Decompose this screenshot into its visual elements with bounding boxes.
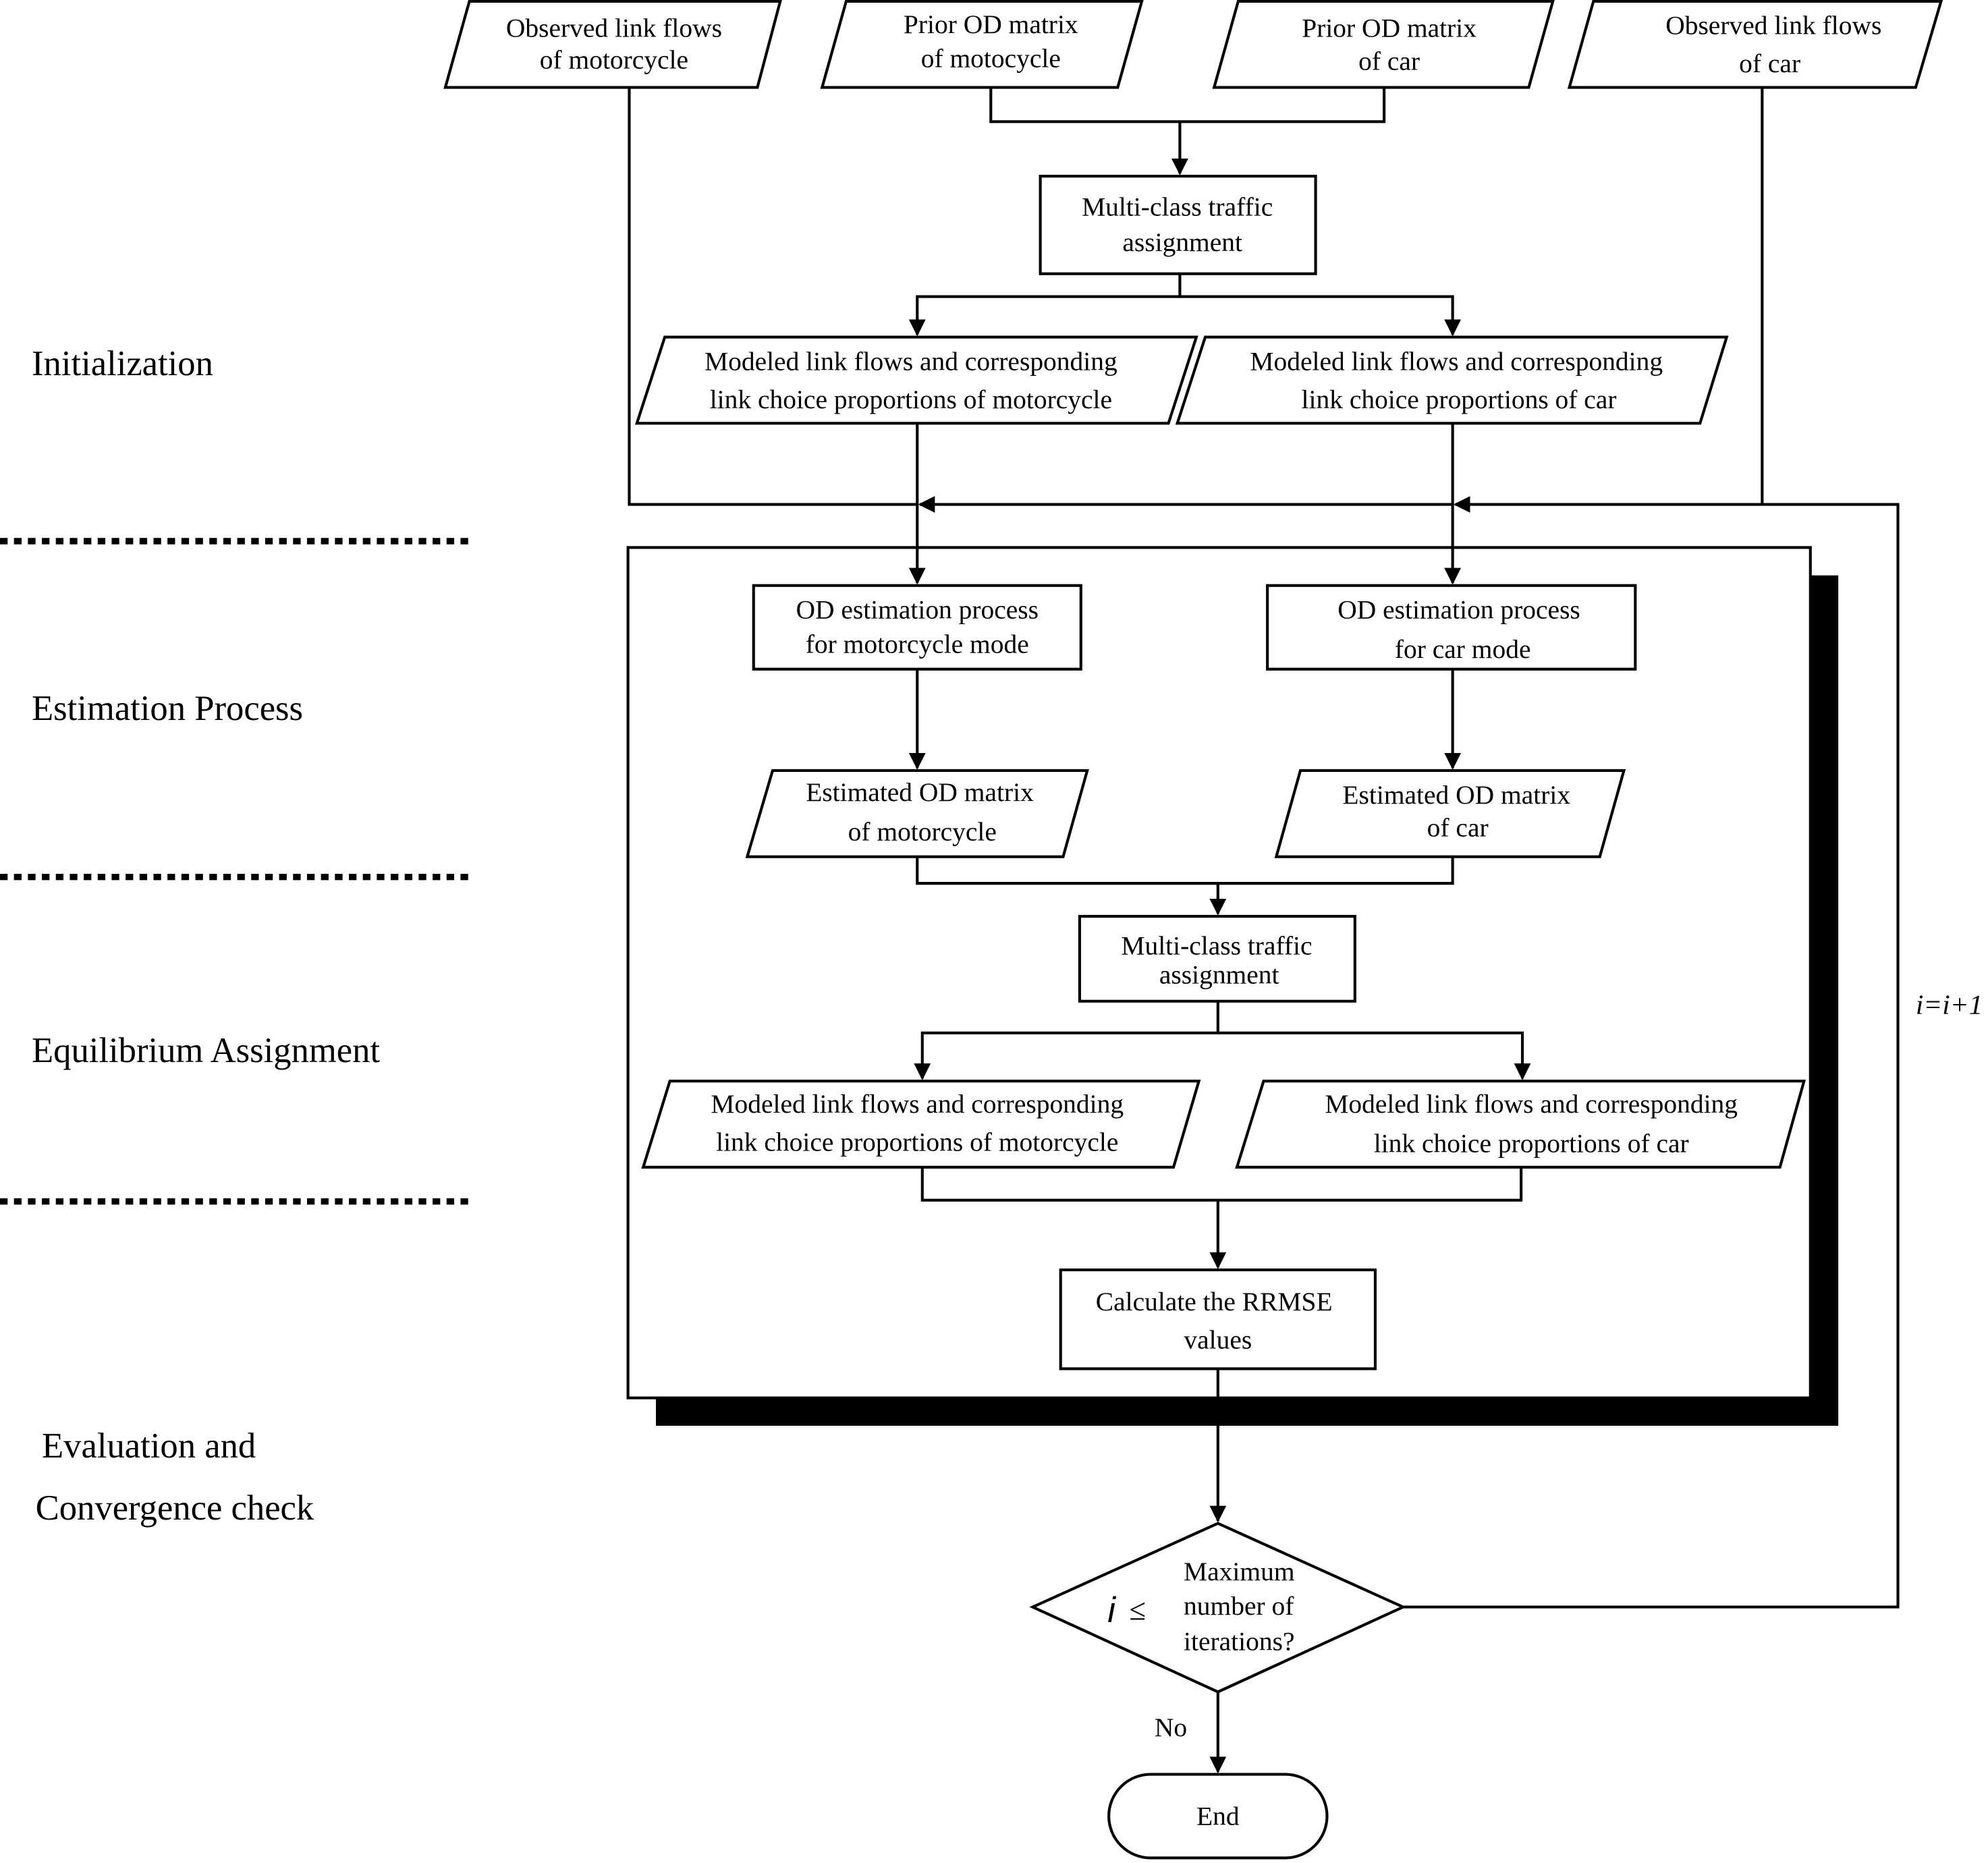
data-init-modeled-car: Modeled link flows and corresponding lin… bbox=[1175, 335, 1729, 425]
svg-text:Modeled link flows and corresp: Modeled link flows and corresponding bbox=[1325, 1089, 1738, 1119]
decision-operator: ≤ bbox=[1129, 1592, 1146, 1626]
svg-text:link choice proportions of mot: link choice proportions of motorcycle bbox=[710, 385, 1112, 414]
data-loop-modeled-motorcycle: Modeled link flows and corresponding lin… bbox=[641, 1080, 1201, 1169]
svg-text:of car: of car bbox=[1739, 49, 1800, 78]
svg-text:OD estimation process: OD estimation process bbox=[1337, 595, 1580, 625]
terminator-end: End bbox=[1107, 1773, 1329, 1860]
data-estimated-od-car: Estimated OD matrix of car bbox=[1274, 769, 1626, 858]
svg-text:of car: of car bbox=[1358, 46, 1420, 76]
svg-text:Calculate the RRMSE: Calculate the RRMSE bbox=[1096, 1287, 1333, 1316]
process-od-estimation-car: OD estimation process for car mode bbox=[1266, 584, 1637, 671]
svg-text:Multi-class traffic: Multi-class traffic bbox=[1121, 930, 1312, 960]
process-od-estimation-motorcycle: OD estimation process for motorcycle mod… bbox=[752, 584, 1082, 671]
svg-text:Modeled link flows and corresp: Modeled link flows and corresponding bbox=[1250, 346, 1663, 376]
svg-text:of motocycle: of motocycle bbox=[921, 44, 1061, 74]
svg-text:Observed link flows: Observed link flows bbox=[1665, 11, 1881, 40]
svg-text:iterations?: iterations? bbox=[1184, 1626, 1294, 1656]
svg-text:Prior OD matrix: Prior OD matrix bbox=[904, 9, 1078, 39]
stage-label-evaluation-line2: Convergence check bbox=[36, 1489, 314, 1528]
svg-text:for motorcycle mode: for motorcycle mode bbox=[806, 629, 1029, 659]
svg-text:Prior OD matrix: Prior OD matrix bbox=[1302, 13, 1476, 43]
svg-text:Maximum: Maximum bbox=[1184, 1557, 1295, 1586]
edge-label-iteration-increment: i=i+1 bbox=[1916, 989, 1983, 1020]
svg-text:Observed link flows: Observed link flows bbox=[506, 13, 722, 43]
svg-text:of motorcycle: of motorcycle bbox=[848, 816, 997, 846]
input-observed-link-flows-motorcycle: Observed link flows of motorcycle bbox=[443, 0, 782, 89]
svg-text:link choice proportions of car: link choice proportions of car bbox=[1374, 1128, 1689, 1158]
svg-text:number of: number of bbox=[1184, 1591, 1294, 1621]
svg-text:Multi-class traffic: Multi-class traffic bbox=[1082, 192, 1273, 221]
svg-text:assignment: assignment bbox=[1122, 227, 1242, 257]
svg-text:for car mode: for car mode bbox=[1395, 634, 1531, 664]
svg-text:Estimated OD matrix: Estimated OD matrix bbox=[806, 777, 1034, 807]
stage-label-estimation: Estimation Process bbox=[32, 689, 303, 728]
stage-label-evaluation-line1: Evaluation and bbox=[42, 1426, 256, 1466]
svg-text:OD estimation process: OD estimation process bbox=[796, 595, 1039, 625]
process-init-multiclass-assignment: Multi-class traffic assignment bbox=[1039, 175, 1317, 275]
data-loop-modeled-car: Modeled link flows and corresponding lin… bbox=[1235, 1080, 1806, 1169]
svg-text:of car: of car bbox=[1427, 813, 1489, 843]
svg-text:of motorcycle: of motorcycle bbox=[540, 45, 688, 74]
decision-variable: i bbox=[1107, 1590, 1116, 1630]
data-init-modeled-motorcycle: Modeled link flows and corresponding lin… bbox=[634, 335, 1198, 425]
svg-text:Modeled link flows and corresp: Modeled link flows and corresponding bbox=[711, 1089, 1124, 1119]
input-prior-od-matrix-car: Prior OD matrix of car bbox=[1212, 0, 1555, 89]
svg-text:End: End bbox=[1196, 1802, 1240, 1831]
stage-label-initialization: Initialization bbox=[32, 344, 213, 383]
svg-text:Estimated OD matrix: Estimated OD matrix bbox=[1342, 780, 1570, 810]
svg-text:values: values bbox=[1184, 1325, 1252, 1354]
svg-text:assignment: assignment bbox=[1159, 960, 1279, 990]
edge-label-no: No bbox=[1155, 1713, 1187, 1742]
svg-text:link choice proportions of mot: link choice proportions of motorcycle bbox=[716, 1127, 1118, 1157]
input-prior-od-matrix-motorcycle: Prior OD matrix of motocycle bbox=[820, 0, 1144, 89]
process-loop-multiclass-assignment: Multi-class traffic assignment bbox=[1078, 914, 1356, 1003]
svg-text:Modeled link flows and corresp: Modeled link flows and corresponding bbox=[705, 346, 1117, 376]
flowchart: Initialization Estimation Process Equili… bbox=[0, 0, 1983, 1860]
stage-label-equilibrium: Equilibrium Assignment bbox=[32, 1031, 380, 1070]
decision-max-iterations: i ≤ Maximum number of iterations? bbox=[1029, 1522, 1407, 1694]
input-observed-link-flows-car: Observed link flows of car bbox=[1567, 0, 1943, 89]
process-calculate-rrmse: Calculate the RRMSE values bbox=[1059, 1268, 1377, 1370]
svg-text:link choice proportions of car: link choice proportions of car bbox=[1302, 385, 1617, 414]
data-estimated-od-motorcycle: Estimated OD matrix of motorcycle bbox=[745, 769, 1089, 858]
